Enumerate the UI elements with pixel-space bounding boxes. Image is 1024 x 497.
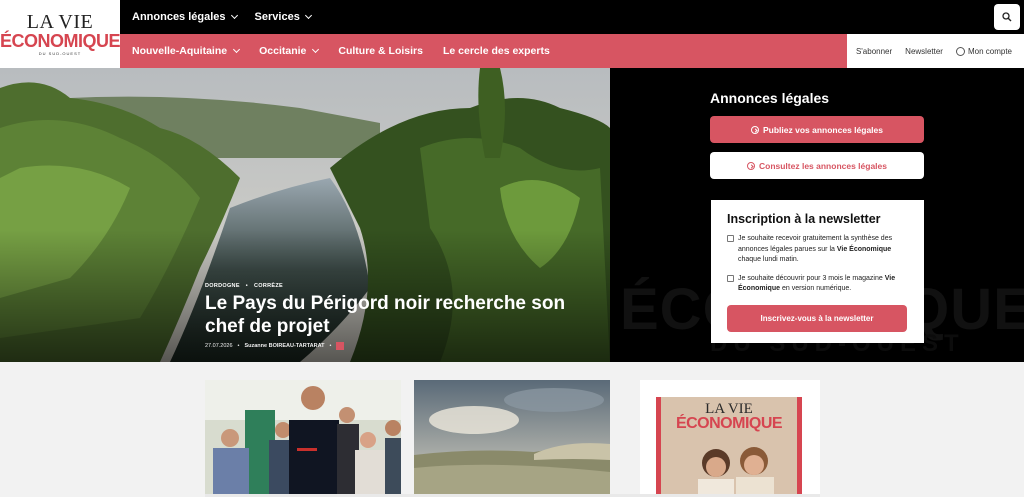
tag-dordogne[interactable]: DORDOGNE [205, 283, 240, 289]
consult-annonces-button[interactable]: Consultez les annonces légales [710, 152, 924, 179]
article-author: Suzanne BOIREAU-TARTARAT [244, 343, 325, 349]
newsletter-checkbox-2[interactable] [727, 274, 734, 282]
newsletter-subscribe-button[interactable]: Inscrivez-vous à la newsletter [727, 304, 907, 332]
article-meta: 27.07.2026 • Suzanne BOIREAU-TARTARAT • [205, 342, 605, 350]
article-date: 27.07.2026 [205, 343, 233, 349]
article-thumbnail-painting[interactable] [414, 380, 610, 497]
search-button[interactable] [994, 4, 1020, 30]
cover-photo [698, 447, 774, 497]
magazine-title-2: ÉCONOMIQUE [675, 415, 783, 432]
search-icon [1002, 12, 1012, 22]
newsletter-label: Newsletter [905, 46, 943, 56]
subscribe-link[interactable]: S'abonner [856, 47, 892, 56]
article-thumbnail-people[interactable] [205, 380, 401, 497]
user-icon [955, 46, 965, 56]
nav-item-cercle-experts[interactable]: Le cercle des experts [443, 45, 550, 57]
nav-item-culture-loisirs[interactable]: Culture & Loisirs [338, 45, 423, 57]
newsletter-title: Inscription à la newsletter [727, 212, 881, 226]
premium-badge-icon [336, 342, 345, 350]
my-account-label: Mon compte [967, 46, 1012, 56]
arrow-circle-icon [751, 125, 759, 134]
newsletter-form: Inscription à la newsletter Je souhaite … [711, 200, 924, 343]
article-tags: DORDOGNE • CORRÈZE [205, 283, 605, 289]
nav-item-label: Nouvelle-Aquitaine [132, 45, 228, 57]
meta-separator: • [237, 343, 240, 349]
nav-item-label: Annonces légales [132, 11, 226, 23]
logo-line-2: ÉCONOMIQUE [0, 31, 121, 51]
account-bar: S'abonner Newsletter Mon compte [847, 34, 1024, 68]
hero-article[interactable]: DORDOGNE • CORRÈZE Le Pays du Périgord n… [205, 283, 605, 350]
nav-item-label: Occitanie [259, 45, 307, 57]
nav-item-occitanie[interactable]: Occitanie [259, 45, 320, 57]
subscribe-label: S'abonner [855, 46, 893, 56]
nav-item-label: Services [254, 11, 300, 23]
main-nav: Annonces légales Services [132, 0, 312, 34]
newsletter-link[interactable]: Newsletter [905, 47, 943, 56]
publish-annonces-button[interactable]: Publiez vos annonces légales [710, 116, 924, 143]
logo-line-3: DU SUD-OUEST [38, 51, 82, 56]
newsletter-option-2-text: Je souhaite découvrir pour 3 mois le mag… [738, 274, 908, 295]
newsletter-option-1-text: Je souhaite recevoir gratuitement la syn… [738, 234, 908, 266]
nav-item-label: Culture & Loisirs [338, 45, 423, 57]
annonces-title: Annonces légales [710, 90, 830, 106]
option-bold: Vie Économique [836, 245, 892, 253]
newsletter-option-2: Je souhaite découvrir pour 3 mois le mag… [727, 274, 908, 295]
my-account-link[interactable]: Mon compte [955, 46, 1012, 56]
nav-item-label: Le cercle des experts [443, 45, 550, 57]
tag-separator: • [245, 283, 249, 289]
magazine-cover[interactable]: LA VIE ÉCONOMIQUE [656, 397, 802, 497]
newsletter-option-1: Je souhaite recevoir gratuitement la syn… [727, 234, 908, 266]
nav-item-nouvelle-aquitaine[interactable]: Nouvelle-Aquitaine [132, 45, 241, 57]
chevron-down-icon [230, 11, 238, 20]
chevron-down-icon [304, 11, 312, 20]
chevron-down-icon [312, 45, 320, 54]
publish-annonces-label: Publiez vos annonces légales [763, 124, 883, 135]
tag-correze[interactable]: CORRÈZE [254, 283, 283, 289]
region-nav: Nouvelle-Aquitaine Occitanie Culture & L… [132, 34, 550, 68]
newsletter-checkbox-1[interactable] [727, 235, 734, 242]
hero-title[interactable]: Le Pays du Périgord noir recherche son c… [205, 292, 605, 338]
chevron-down-icon [233, 45, 241, 54]
nav-item-services[interactable]: Services [254, 11, 312, 23]
consult-annonces-label: Consultez les annonces légales [758, 160, 887, 171]
option-text: en version numérique. [780, 285, 852, 292]
top-navigation-bar: Annonces légales Services [120, 0, 1024, 34]
nav-item-annonces-legales[interactable]: Annonces légales [132, 11, 238, 23]
option-text: Je souhaite découvrir pour 3 mois le mag… [738, 274, 885, 282]
site-logo[interactable]: LA VIE ÉCONOMIQUE DU SUD-OUEST [0, 0, 121, 68]
region-navigation-bar: Nouvelle-Aquitaine Occitanie Culture & L… [120, 34, 847, 68]
meta-separator: • [329, 343, 332, 349]
option-text: chaque lundi matin. [738, 256, 799, 263]
logo-line-1: LA VIE [26, 11, 94, 33]
arrow-circle-icon [746, 161, 755, 170]
